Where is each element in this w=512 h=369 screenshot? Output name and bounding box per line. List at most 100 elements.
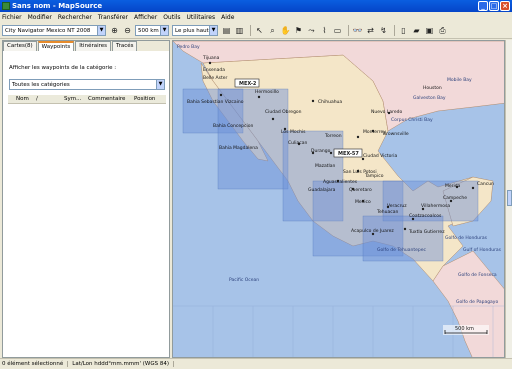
coverage-tile [362,215,444,262]
menu-fichier[interactable]: Fichier [2,14,22,21]
map-label: Campeche [443,195,467,201]
map-label: Acapulco de Juarez [351,228,394,234]
map-view[interactable]: Pedro Bay Mobile Bay Galveston Bay Corpu… [172,40,505,358]
scroll-thumb[interactable] [507,190,512,206]
category-label: Afficher les waypoints de la catégorie : [9,65,117,71]
product-select[interactable]: City Navigator Mexico NT 2008 ▼ [2,25,106,36]
menu-bar: Fichier Modifier Rechercher Transférer A… [0,12,512,23]
zoom-scale-select[interactable]: 500 km ▼ [135,25,169,36]
map-label: Durango [311,148,331,154]
category-select[interactable]: Toutes les catégories ▼ [9,79,165,90]
map-label: Bahia Concepcion [213,123,253,129]
device-receive-icon[interactable]: ▤ [221,25,232,36]
menu-afficher[interactable]: Afficher [134,14,157,21]
print-icon[interactable]: ⎙ [437,25,448,36]
map-label: Golfo de Tehuantepec [377,247,427,253]
map-label: Pedro Bay [177,44,200,50]
device-send-icon[interactable]: ▥ [234,25,245,36]
map-vertical-scrollbar[interactable] [505,40,512,358]
zoom-tool-icon[interactable]: ⌕ [267,25,278,36]
map-label: Tampico [364,173,384,179]
map-label: Torreon [324,133,342,139]
city-marker [208,61,212,65]
map-label: Chihuahua [318,99,342,105]
map-label: Nuevo Laredo [371,109,402,115]
tab-strip: Cartes(8) Waypoints Itinéraires Tracés [3,41,169,51]
column-header-comment[interactable]: Commentaire [88,96,125,102]
map-label: Villahermosa [421,203,450,209]
map-label: Ensenada [203,67,225,73]
hand-tool-icon[interactable]: ✋ [280,25,291,36]
map-label: Brownsville [383,131,409,137]
map-label: Coatzacoalcos [409,213,442,219]
menu-utilitaires[interactable]: Utilitaires [187,14,216,21]
city-marker [257,95,261,99]
column-header-symbol[interactable]: Sym... [64,96,81,102]
open-file-icon[interactable]: ▰ [411,25,422,36]
new-file-icon[interactable]: ▯ [398,25,409,36]
city-marker [403,227,407,231]
close-button[interactable]: × [500,1,510,11]
map-tile-label: MEX-57 [338,151,359,157]
chevron-down-icon: ▼ [97,26,105,35]
map-label: Belle Aster [203,75,228,81]
city-marker [356,135,360,139]
chevron-down-icon: ▼ [209,26,217,35]
map-label: Ciudad Obregon [265,109,302,115]
map-label: Golfo de Honduras [445,235,488,241]
route-icon[interactable]: ⇄ [365,25,376,36]
find-icon[interactable]: 👓 [352,25,363,36]
map-tile-label: MEX-2 [239,81,257,87]
track-tool-icon[interactable]: ⌇ [319,25,330,36]
column-header-position[interactable]: Position [134,96,155,102]
tab-traces[interactable]: Tracés [112,41,138,51]
column-header-nom[interactable]: Nom [16,96,29,102]
minimize-button[interactable]: _ [478,1,488,11]
menu-outils[interactable]: Outils [163,14,180,21]
map-label: Hermosillo [255,89,279,95]
menu-modifier[interactable]: Modifier [28,14,52,21]
coordinate-format: Lat/Lon hddd°mm.mmm' (WGS 84) [72,361,175,367]
select-tool-icon[interactable]: ↖ [254,25,265,36]
scale-label: 500 km [455,326,474,332]
map-label: Guadalajara [308,187,336,193]
waypoint-tool-icon[interactable]: ⚑ [293,25,304,36]
tab-itineraires[interactable]: Itinéraires [75,41,112,51]
map-label: Golfo de Fonseca [458,272,497,278]
map-label: Bahia Magdalena [219,145,258,151]
track-icon[interactable]: ↯ [378,25,389,36]
save-file-icon[interactable]: ▣ [424,25,435,36]
column-header-sort[interactable]: / [36,96,38,102]
map-label: Aguascalientes [323,179,358,185]
map-label: Galveston Bay [413,95,446,101]
zoom-in-icon[interactable]: ⊕ [109,25,120,36]
tab-cartes[interactable]: Cartes(8) [3,41,37,51]
map-label: Tijuana [202,55,220,61]
detail-select[interactable]: Le plus haut ▼ [172,25,218,36]
map-label: Tehuacan [376,209,398,215]
chevron-down-icon: ▼ [160,26,168,35]
menu-transferer[interactable]: Transférer [98,14,128,21]
map-canvas[interactable]: Pedro Bay Mobile Bay Galveston Bay Corpu… [173,41,505,358]
menu-rechercher[interactable]: Rechercher [58,14,92,21]
map-label: Corpus Christi Bay [391,117,433,123]
map-label: Pacific Ocean [229,277,259,283]
city-marker [311,99,315,103]
map-label: Tuxtla Gutierrez [408,229,445,235]
measure-tool-icon[interactable]: ▭ [332,25,343,36]
map-label: Golfo de Papagayo [456,299,498,305]
app-icon [2,2,10,10]
tab-waypoints[interactable]: Waypoints [37,41,75,51]
chevron-down-icon: ▼ [156,80,164,89]
zoom-out-icon[interactable]: ⊖ [122,25,133,36]
title-bar: Sans nom - MapSource _ □ × [0,0,512,12]
route-tool-icon[interactable]: ⤳ [306,25,317,36]
map-label: Queretaro [349,187,372,193]
map-label: Cancun [477,181,494,187]
map-label: Mazatlan [315,163,336,169]
maximize-button[interactable]: □ [489,1,499,11]
map-label: Bahia Sebastian Vizcaino [187,99,244,105]
selection-status: 0 élément sélectionné [2,361,69,367]
menu-aide[interactable]: Aide [221,14,234,21]
status-bar: 0 élément sélectionné Lat/Lon hddd°mm.mm… [0,358,512,369]
